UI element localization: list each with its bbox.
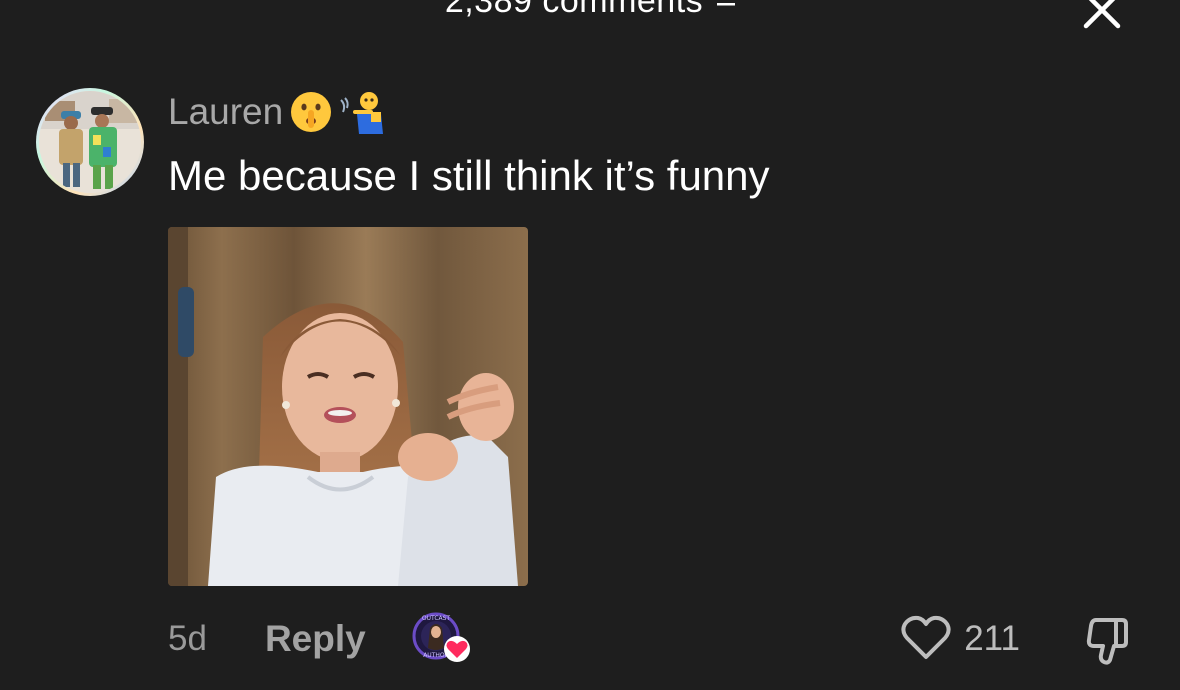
heart-outline-icon[interactable] bbox=[900, 613, 952, 666]
sort-lines-icon[interactable] bbox=[717, 0, 736, 21]
comment-text: Me because I still think it’s funny bbox=[168, 152, 770, 199]
comments-header: 2,389 comments bbox=[0, 0, 1180, 21]
comment-author-row: Lauren bbox=[168, 88, 387, 136]
creator-liked-heart-icon bbox=[443, 636, 470, 662]
shushing-face-emoji bbox=[287, 88, 335, 136]
girl-clapping-gif[interactable] bbox=[168, 227, 528, 586]
comment-meta-row: 5d Reply OUTCAST AUTHOR bbox=[168, 612, 472, 666]
reply-button[interactable]: Reply bbox=[265, 618, 366, 660]
thumbs-down-icon[interactable] bbox=[1082, 614, 1136, 668]
commenter-avatar[interactable] bbox=[36, 88, 144, 196]
like-count: 211 bbox=[964, 619, 1020, 658]
badge-text-top: OUTCAST bbox=[422, 615, 451, 622]
person-gesturing-quiet-emoji bbox=[339, 88, 387, 136]
comments-screen: 2,389 comments Lauren Me because I still… bbox=[0, 0, 1180, 690]
comment-age: 5d bbox=[168, 619, 207, 658]
comments-count-title: 2,389 comments bbox=[444, 0, 704, 20]
like-group[interactable]: 211 bbox=[900, 612, 1020, 666]
comment-username[interactable]: Lauren bbox=[168, 91, 283, 133]
creator-liked-badge: OUTCAST AUTHOR bbox=[412, 612, 472, 666]
close-icon[interactable] bbox=[1080, 0, 1124, 32]
